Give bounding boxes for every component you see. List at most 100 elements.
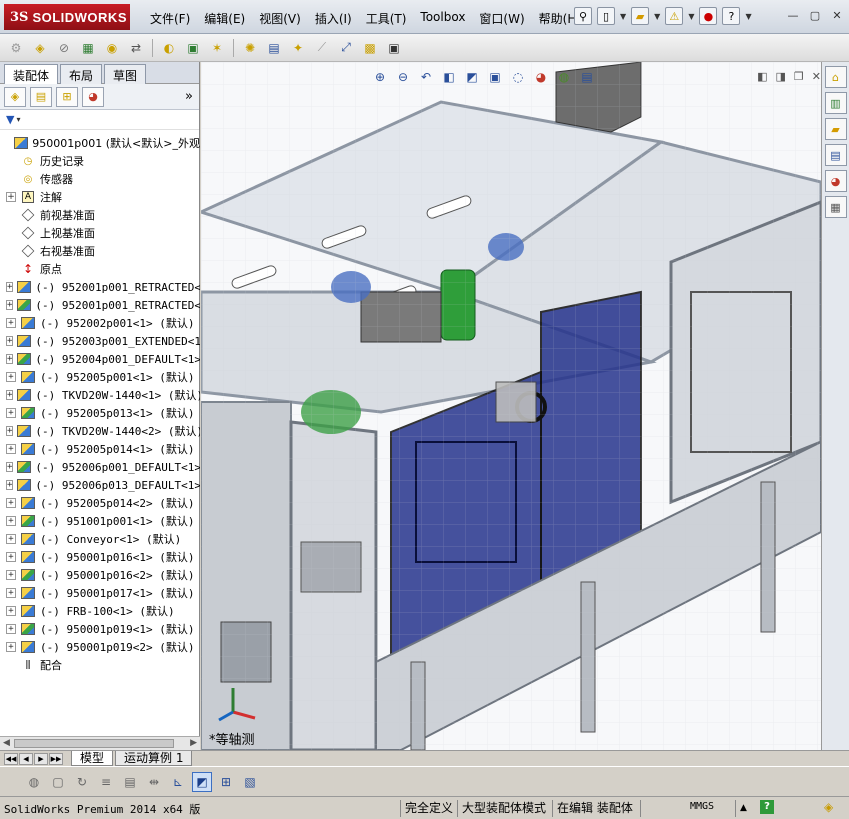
menu-window[interactable]: 窗口(W) (479, 10, 524, 27)
tree-component[interactable]: + (-) 952005p014<1> (默认) (0, 440, 200, 458)
tree-expander[interactable]: + (6, 552, 16, 562)
menu-file[interactable]: 文件(F) (150, 10, 190, 27)
chart-icon[interactable]: ⊾ (168, 772, 188, 792)
tree-item-mates[interactable]: ⫼ 配合 (0, 656, 200, 674)
tag-icon[interactable]: ◈ (824, 800, 833, 814)
horizontal-scrollbar[interactable]: ◀ ▶ (0, 736, 200, 750)
prev-tab-icon[interactable]: ◀ (19, 752, 33, 765)
assembly-features-icon[interactable]: ▣ (183, 38, 203, 58)
tree-component[interactable]: + (-) 952006p013_DEFAULT<1> (0, 476, 200, 494)
tree-item[interactable]: + A 注解 (0, 188, 200, 206)
display-style-icon[interactable]: ▣ (486, 68, 504, 86)
traffic-light-icon[interactable]: ● (699, 7, 718, 25)
chevron-down-icon[interactable]: ▼ (620, 12, 626, 21)
chevron-down-icon[interactable]: ▾ (16, 115, 20, 124)
custom-properties-icon[interactable]: ▦ (824, 196, 847, 218)
tree-component[interactable]: + (-) 952001p001_RETRACTED<2 (0, 296, 200, 314)
filter-icon[interactable]: ▼ (6, 113, 14, 126)
tree-component[interactable]: + (-) 950001p019<1> (默认) (0, 620, 200, 638)
tree-expander[interactable]: + (6, 336, 14, 346)
smart-fasteners-icon[interactable]: ◉ (102, 38, 122, 58)
help-icon[interactable]: ? (760, 800, 774, 814)
restore-icon[interactable]: ▢ (807, 9, 823, 23)
edit-component-icon[interactable]: ⚙ (6, 38, 26, 58)
appearances-icon[interactable]: ◕ (824, 170, 847, 192)
warning-icon[interactable]: ⚠ (665, 7, 684, 25)
property-manager-icon[interactable]: ▤ (30, 86, 52, 107)
box-icon[interactable]: ▢ (48, 772, 68, 792)
minimize-icon[interactable]: — (785, 9, 801, 23)
tree-component[interactable]: + (-) 952001p001_RETRACTED<1 (0, 278, 200, 296)
chevron-up-icon[interactable]: ▲ (735, 800, 751, 817)
chevron-down-icon[interactable]: ▼ (654, 12, 660, 21)
tree-expander[interactable]: + (6, 462, 14, 472)
tree-expander[interactable]: + (6, 642, 16, 652)
mate-icon[interactable]: ⊘ (54, 38, 74, 58)
tree-expander[interactable]: + (6, 354, 14, 364)
menu-view[interactable]: 视图(V) (259, 10, 301, 27)
viewport-next-icon[interactable]: ◨ (776, 70, 786, 83)
tree-expander[interactable]: + (6, 606, 16, 616)
3d-view-icon[interactable]: ◩ (192, 771, 212, 792)
first-tab-icon[interactable]: ◀◀ (4, 752, 18, 765)
linear-pattern-icon[interactable]: ▦ (78, 38, 98, 58)
tree-component[interactable]: + (-) 952004p001_DEFAULT<1> (0, 350, 200, 368)
tree-component[interactable]: + (-) 952005p014<2> (默认) (0, 494, 200, 512)
graphics-area[interactable]: ⊕ ⊖ ↶ ◧ ◩ ▣ ◌ ◕ ◍ ▤ ◧ ◨ ❐ ✕ *等轴测 (201, 62, 821, 750)
tree-expander[interactable]: + (6, 300, 14, 310)
update-speedpak-icon[interactable]: ▩ (360, 38, 380, 58)
move-component-icon[interactable]: ⇄ (126, 38, 146, 58)
tree-expander[interactable]: + (6, 588, 16, 598)
scroll-left-icon[interactable]: ◀ (3, 738, 10, 748)
menu-insert[interactable]: 插入(I) (315, 10, 352, 27)
tree-expander[interactable]: + (6, 480, 14, 490)
edit-appearance-icon[interactable]: ◕ (532, 68, 550, 86)
previous-view-icon[interactable]: ↶ (417, 68, 435, 86)
tree-item[interactable]: ◎ 传感器 (0, 170, 200, 188)
file-explorer-icon[interactable]: ▰ (824, 118, 847, 140)
view-settings-icon[interactable]: ▤ (578, 68, 596, 86)
tree-expander[interactable]: + (6, 372, 16, 382)
tree-item[interactable]: 前视基准面 (0, 206, 200, 224)
tree-expander[interactable]: + (6, 498, 16, 508)
tree-component[interactable]: + (-) FRB-100<1> (默认) (0, 602, 200, 620)
explode-line-icon[interactable]: ⟋ (312, 38, 332, 58)
tree-component[interactable]: + (-) Conveyor<1> (默认) (0, 530, 200, 548)
rotate-icon[interactable]: ↻ (72, 772, 92, 792)
chevron-right-icon[interactable]: » (185, 89, 193, 104)
tree-expander[interactable]: + (6, 516, 16, 526)
tree-item[interactable]: ◷ 历史记录 (0, 152, 200, 170)
tree-expander[interactable]: + (6, 570, 16, 580)
apply-scene-icon[interactable]: ◍ (555, 68, 573, 86)
viewport-close-icon[interactable]: ✕ (812, 70, 821, 83)
table-icon[interactable]: ▤ (120, 772, 140, 792)
window-view-icon[interactable]: ▧ (240, 772, 260, 792)
tile-view-icon[interactable]: ⊞ (216, 772, 236, 792)
tree-component[interactable]: + (-) 950001p017<1> (默认) (0, 584, 200, 602)
split-icon[interactable]: ⇹ (144, 772, 164, 792)
tree-filter[interactable]: ▼ ▾ (0, 110, 199, 130)
section-view-icon[interactable]: ◧ (440, 68, 458, 86)
tree-expander[interactable]: + (6, 534, 16, 544)
zoom-to-area-icon[interactable]: ⊖ (394, 68, 412, 86)
tree-item[interactable]: 上视基准面 (0, 224, 200, 242)
tree-component[interactable]: + (-) TKVD20W-1440<2> (默认) (0, 422, 200, 440)
tree-component[interactable]: + (-) 952005p013<1> (默认) (0, 404, 200, 422)
new-motion-study-icon[interactable]: ✺ (240, 38, 260, 58)
reference-geometry-icon[interactable]: ✶ (207, 38, 227, 58)
tree-component[interactable]: + (-) 950001p016<2> (默认) (0, 566, 200, 584)
tree-component[interactable]: + (-) 952003p001_EXTENDED<1> (0, 332, 200, 350)
design-library-icon[interactable]: ▥ (824, 92, 847, 114)
chevron-down-icon[interactable]: ▼ (745, 12, 751, 21)
scrollbar-thumb[interactable] (14, 739, 174, 748)
bill-of-materials-icon[interactable]: ▤ (264, 38, 284, 58)
tree-expander[interactable]: + (6, 426, 14, 436)
viewport-prev-icon[interactable]: ◧ (757, 70, 767, 83)
open-folder-icon[interactable]: ▰ (631, 7, 650, 25)
tree-component[interactable]: + (-) 952006p001_DEFAULT<1> (0, 458, 200, 476)
tree-expander[interactable]: + (6, 192, 16, 202)
view-palette-icon[interactable]: ▤ (824, 144, 847, 166)
view-orientation-icon[interactable]: ◩ (463, 68, 481, 86)
tree-component[interactable]: + (-) 952002p001<1> (默认) (0, 314, 200, 332)
tree-root[interactable]: 950001p001 (默认<默认>_外观 (0, 134, 200, 152)
